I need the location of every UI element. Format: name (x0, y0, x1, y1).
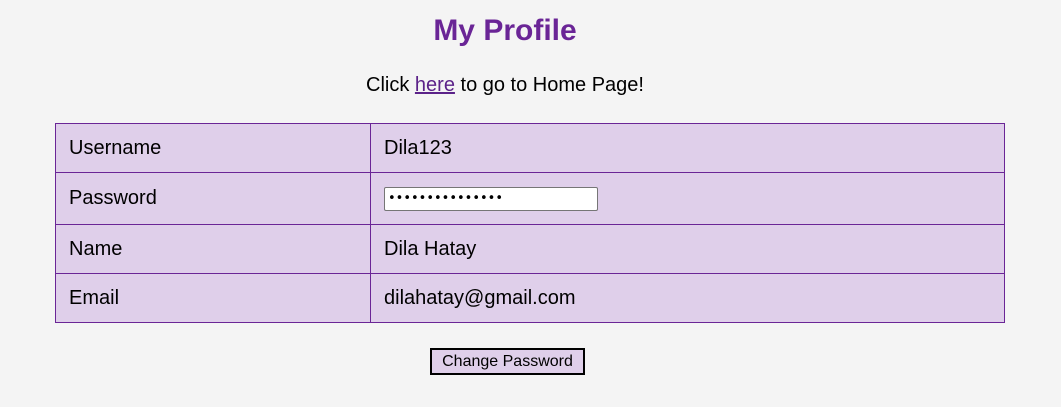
password-cell (370, 172, 1005, 225)
email-label: Email (55, 273, 371, 323)
username-value: Dila123 (370, 123, 1005, 173)
email-value: dilahatay@gmail.com (370, 273, 1005, 323)
password-label: Password (55, 172, 371, 225)
table-row-name: Name Dila Hatay (55, 224, 1005, 274)
home-link-prefix: Click (366, 74, 415, 96)
table-row-username: Username Dila123 (55, 123, 1005, 173)
username-label: Username (55, 123, 371, 173)
home-link-suffix: to go to Home Page! (454, 74, 644, 96)
password-field[interactable] (384, 186, 598, 211)
button-container: Change Password (430, 348, 585, 375)
name-label: Name (55, 224, 371, 274)
table-row-email: Email dilahatay@gmail.com (55, 273, 1005, 323)
home-link[interactable]: here (415, 74, 455, 96)
profile-table: Username Dila123 Password Name Dila Hata… (55, 123, 1005, 323)
name-value: Dila Hatay (370, 224, 1005, 274)
page-title: My Profile (433, 14, 577, 47)
home-link-line: Click here to go to Home Page! (0, 74, 1010, 97)
table-row-password: Password (55, 172, 1005, 225)
change-password-button[interactable]: Change Password (430, 348, 585, 375)
